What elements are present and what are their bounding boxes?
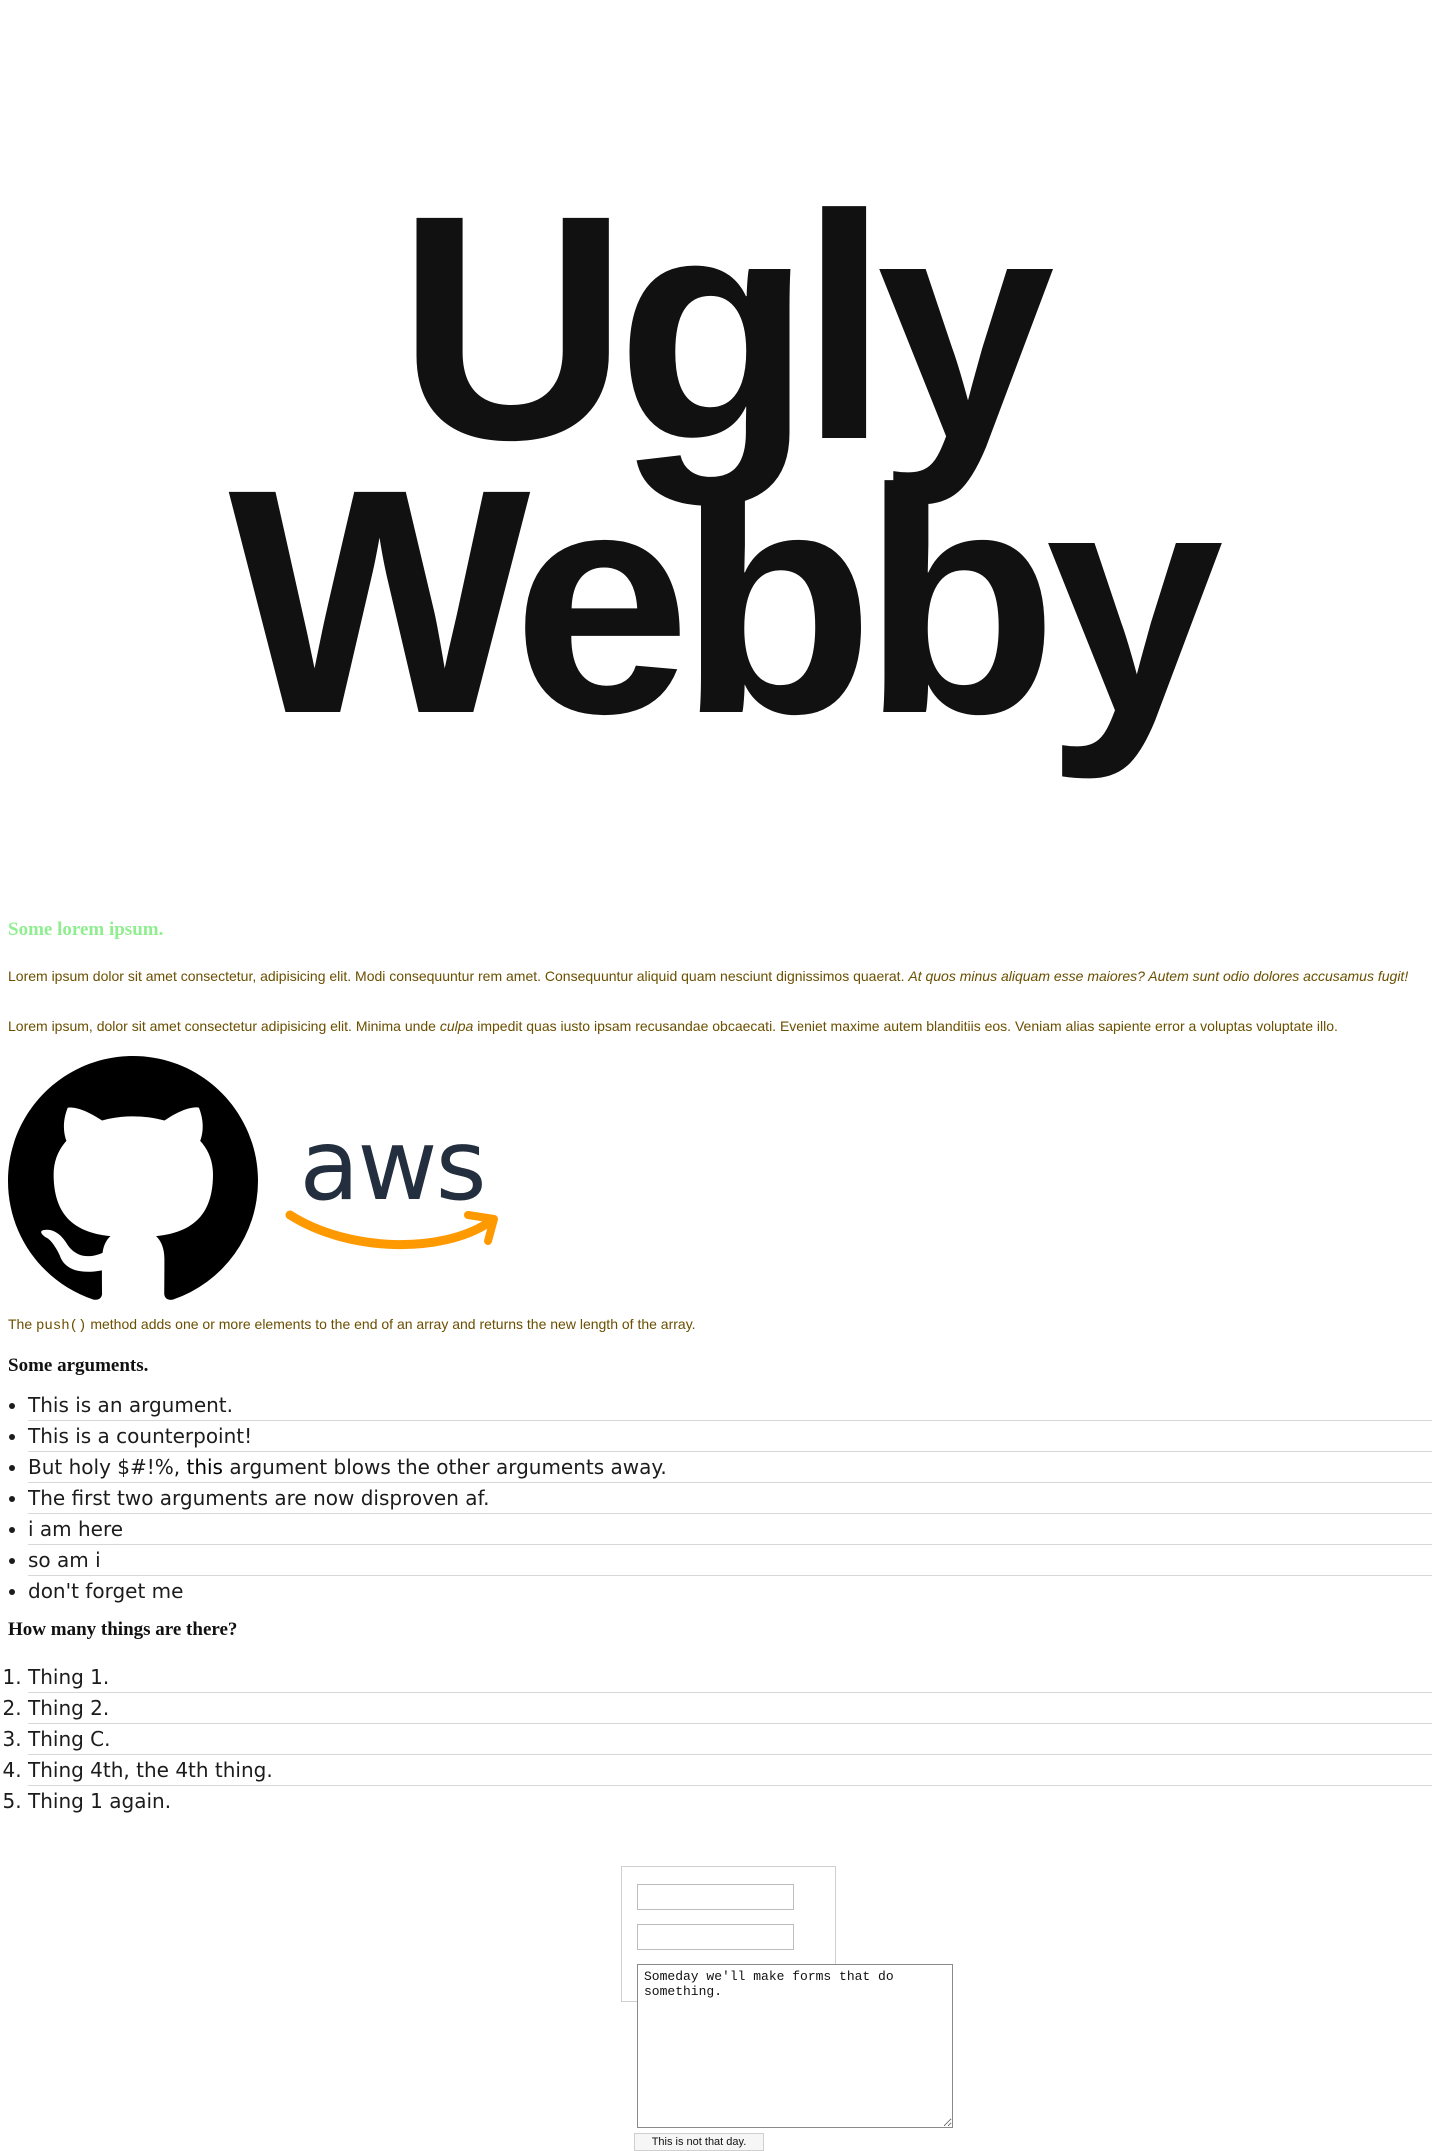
list-item: Thing C. xyxy=(28,1724,1432,1755)
list-item-emphasis: this xyxy=(186,1455,223,1479)
hero: Ugly Webby xyxy=(0,167,1440,780)
list-item-before: But holy $#!%, xyxy=(28,1455,187,1479)
lorem-paragraph-2-after: impedit quas iusto ipsam recusandae obca… xyxy=(473,1018,1338,1034)
arguments-list: This is an argument. This is a counterpo… xyxy=(8,1390,1432,1606)
list-item: so am i xyxy=(28,1545,1432,1576)
logo-row: aws xyxy=(8,1056,1432,1306)
arguments-heading: Some arguments. xyxy=(8,1355,149,1376)
submit-button[interactable]: This is not that day. xyxy=(634,2133,764,2151)
push-note-before: The xyxy=(8,1316,37,1332)
list-item: don't forget me xyxy=(28,1576,1432,1606)
list-item: Thing 2. xyxy=(28,1693,1432,1724)
list-item: Thing 1 again. xyxy=(28,1786,1432,1816)
lorem-paragraph-2-before: Lorem ipsum, dolor sit amet consectetur … xyxy=(8,1018,440,1034)
list-item: This is an argument. xyxy=(28,1390,1432,1421)
list-item: This is a counterpoint! xyxy=(28,1421,1432,1452)
list-item-after: argument blows the other arguments away. xyxy=(222,1455,667,1479)
list-item: But holy $#!%, this argument blows the o… xyxy=(28,1452,1432,1483)
aws-logo: aws xyxy=(285,1111,498,1250)
list-item: The first two arguments are now disprove… xyxy=(28,1483,1432,1514)
text-field-2[interactable] xyxy=(637,1924,794,1950)
list-item: Thing 4th, the 4th thing. xyxy=(28,1755,1432,1786)
lorem-paragraph-1-text: Lorem ipsum dolor sit amet consectetur, … xyxy=(8,968,909,984)
text-field-1[interactable] xyxy=(637,1884,794,1910)
push-code: push() xyxy=(36,1318,87,1334)
list-item: i am here xyxy=(28,1514,1432,1545)
page-title: Ugly Webby xyxy=(0,167,1440,780)
lorem-paragraph-1: Lorem ipsum dolor sit amet consectetur, … xyxy=(8,966,1432,986)
lorem-paragraph-2: Lorem ipsum, dolor sit amet consectetur … xyxy=(8,1016,1432,1036)
things-heading: How many things are there? xyxy=(8,1619,238,1640)
list-item: Thing 1. xyxy=(28,1662,1432,1693)
title-line-2: Webby xyxy=(228,422,1223,780)
github-octocat-icon xyxy=(8,1056,258,1300)
message-textarea[interactable]: Someday we'll make forms that do somethi… xyxy=(637,1964,953,2128)
aws-logo-text: aws xyxy=(299,1111,484,1223)
push-method-note: The push() method adds one or more eleme… xyxy=(8,1314,1432,1336)
things-list: Thing 1. Thing 2. Thing C. Thing 4th, th… xyxy=(8,1662,1432,1816)
section-heading-lorem: Some lorem ipsum. xyxy=(8,919,164,940)
push-note-after: method adds one or more elements to the … xyxy=(86,1316,696,1332)
main-content: Some lorem ipsum. Lorem ipsum dolor sit … xyxy=(8,918,1432,1816)
lorem-paragraph-2-italic: culpa xyxy=(439,1018,474,1034)
lorem-paragraph-1-italic: At quos minus aliquam esse maiores? Aute… xyxy=(908,968,1409,984)
